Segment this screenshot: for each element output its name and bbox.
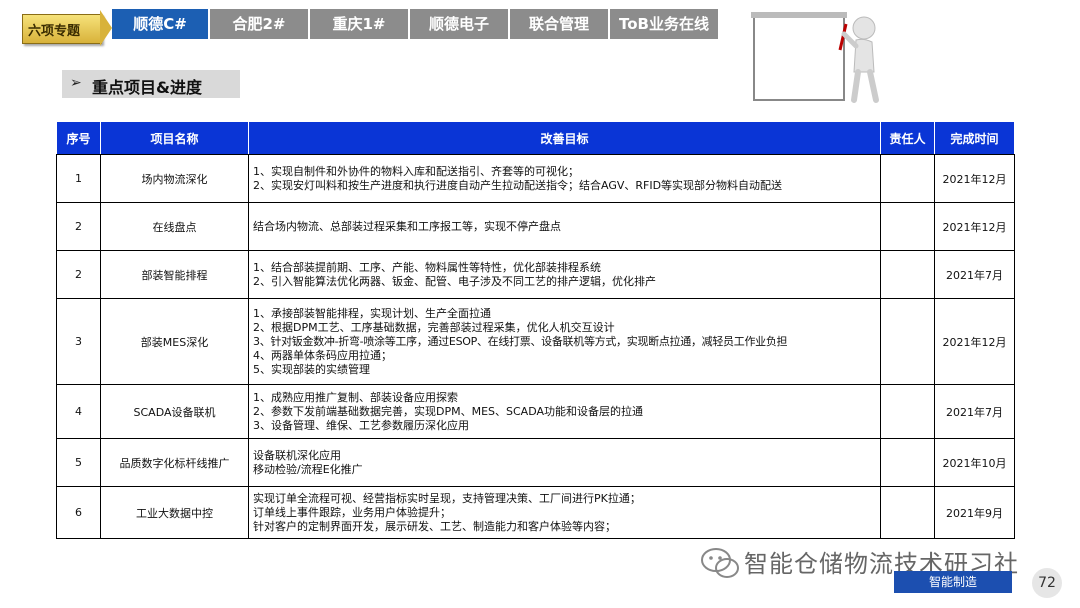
cell-no: 2 <box>56 250 101 299</box>
table-row: 5 品质数字化标杆线推广 设备联机深化应用 移动检验/流程E化推广 2021年1… <box>56 438 1015 487</box>
cell-no: 2 <box>56 202 101 251</box>
page-number: 72 <box>1032 568 1062 598</box>
cell-goal: 实现订单全流程可视、经营指标实时呈现，支持管理决策、工厂间进行PK拉通； 订单线… <box>248 486 881 539</box>
tab-chongqing-1[interactable]: 重庆1# <box>310 9 408 39</box>
cell-no: 6 <box>56 486 101 539</box>
goal-line: 2、参数下发前端基础数据完善，实现DPM、MES、SCADA功能和设备层的拉通 <box>253 404 644 418</box>
header-completion-date: 完成时间 <box>934 121 1015 155</box>
cell-goal: 1、实现自制件和外协件的物料入库和配送指引、齐套等的可视化； 2、实现安灯叫料和… <box>248 154 881 203</box>
table-header-row: 序号 项目名称 改善目标 责任人 完成时间 <box>56 121 1015 155</box>
cell-project-name: 部装智能排程 <box>100 250 249 299</box>
cell-date: 2021年7月 <box>934 250 1015 299</box>
cell-date: 2021年12月 <box>934 298 1015 385</box>
goal-line: 4、两器单体条码应用拉通； <box>253 348 392 362</box>
section-tag-arrow <box>100 10 112 46</box>
tab-hefei-2[interactable]: 合肥2# <box>210 9 308 39</box>
cell-date: 2021年7月 <box>934 384 1015 439</box>
cell-owner <box>880 486 935 539</box>
arrow-bullet-icon: ➢ <box>70 75 82 91</box>
footer-badge: 智能制造 <box>894 571 1012 593</box>
goal-line: 2、引入智能算法优化两器、钣金、配管、电子涉及不同工艺的排产逻辑，优化排产 <box>253 274 656 288</box>
tab-tob-online[interactable]: ToB业务在线 <box>610 9 718 39</box>
cell-date: 2021年10月 <box>934 438 1015 487</box>
goal-line: 2、根据DPM工艺、工序基础数据，完善部装过程采集，优化人机交互设计 <box>253 320 615 334</box>
goal-line: 5、实现部装的实绩管理 <box>253 362 370 376</box>
goal-line: 1、结合部装提前期、工序、产能、物料属性等特性，优化部装排程系统 <box>253 260 601 274</box>
cell-project-name: 在线盘点 <box>100 202 249 251</box>
header-no: 序号 <box>56 121 101 155</box>
goal-line: 设备联机深化应用 <box>253 448 341 462</box>
cell-project-name: 工业大数据中控 <box>100 486 249 539</box>
header-goal: 改善目标 <box>248 121 881 155</box>
cell-no: 5 <box>56 438 101 487</box>
cell-no: 3 <box>56 298 101 385</box>
cell-no: 4 <box>56 384 101 439</box>
cell-goal: 1、成熟应用推广复制、部装设备应用探索 2、参数下发前端基础数据完善，实现DPM… <box>248 384 881 439</box>
goal-line: 移动检验/流程E化推广 <box>253 462 363 476</box>
goal-line: 2、实现安灯叫料和按生产进度和执行进度自动产生拉动配送指令；结合AGV、RFID… <box>253 178 783 192</box>
goal-line: 订单线上事件跟踪，业务用户体验提升； <box>253 505 451 519</box>
cell-project-name: 部装MES深化 <box>100 298 249 385</box>
cell-goal: 结合场内物流、总部装过程采集和工序报工等，实现不停产盘点 <box>248 202 881 251</box>
cell-project-name: 品质数字化标杆线推广 <box>100 438 249 487</box>
cell-goal: 1、结合部装提前期、工序、产能、物料属性等特性，优化部装排程系统 2、引入智能算… <box>248 250 881 299</box>
table-row: 1 场内物流深化 1、实现自制件和外协件的物料入库和配送指引、齐套等的可视化； … <box>56 154 1015 203</box>
cell-owner <box>880 250 935 299</box>
cell-goal: 1、承接部装智能排程，实现计划、生产全面拉通 2、根据DPM工艺、工序基础数据，… <box>248 298 881 385</box>
table-row: 2 在线盘点 结合场内物流、总部装过程采集和工序报工等，实现不停产盘点 2021… <box>56 202 1015 251</box>
cell-goal: 设备联机深化应用 移动检验/流程E化推广 <box>248 438 881 487</box>
section-title: 重点项目&进度 <box>92 78 202 97</box>
section-subheader: ➢ 重点项目&进度 <box>62 70 240 98</box>
cell-owner <box>880 202 935 251</box>
goal-line: 1、实现自制件和外协件的物料入库和配送指引、齐套等的可视化； <box>253 164 579 178</box>
tab-joint-management[interactable]: 联合管理 <box>510 9 608 39</box>
table-row: 6 工业大数据中控 实现订单全流程可视、经营指标实时呈现，支持管理决策、工厂间进… <box>56 486 1015 539</box>
goal-line: 实现订单全流程可视、经营指标实时呈现，支持管理决策、工厂间进行PK拉通； <box>253 491 641 505</box>
cell-owner <box>880 154 935 203</box>
header-owner: 责任人 <box>880 121 935 155</box>
cell-date: 2021年9月 <box>934 486 1015 539</box>
cell-owner <box>880 438 935 487</box>
tab-shunde-c[interactable]: 顺德C# <box>112 9 208 39</box>
wechat-icon <box>701 548 739 578</box>
section-tag: 六项专题 <box>22 10 112 46</box>
header-project-name: 项目名称 <box>100 121 249 155</box>
goal-line: 结合场内物流、总部装过程采集和工序报工等，实现不停产盘点 <box>253 219 561 233</box>
whiteboard-figure-illustration <box>751 12 879 103</box>
cell-date: 2021年12月 <box>934 202 1015 251</box>
cell-project-name: 场内物流深化 <box>100 154 249 203</box>
table-row: 2 部装智能排程 1、结合部装提前期、工序、产能、物料属性等特性，优化部装排程系… <box>56 250 1015 299</box>
goal-line: 1、成熟应用推广复制、部装设备应用探索 <box>253 390 458 404</box>
cell-no: 1 <box>56 154 101 203</box>
key-projects-table: 序号 项目名称 改善目标 责任人 完成时间 1 场内物流深化 1、实现自制件和外… <box>56 121 1015 539</box>
cell-project-name: SCADA设备联机 <box>100 384 249 439</box>
cell-owner <box>880 298 935 385</box>
goal-line: 1、承接部装智能排程，实现计划、生产全面拉通 <box>253 306 491 320</box>
goal-line: 3、设备管理、维保、工艺参数履历深化应用 <box>253 418 469 432</box>
table-row: 4 SCADA设备联机 1、成熟应用推广复制、部装设备应用探索 2、参数下发前端… <box>56 384 1015 439</box>
goal-line: 3、针对钣金数冲-折弯-喷涂等工序，通过ESOP、在线打票、设备联机等方式，实现… <box>253 334 788 348</box>
cell-owner <box>880 384 935 439</box>
cell-date: 2021年12月 <box>934 154 1015 203</box>
goal-line: 针对客户的定制界面开发，展示研发、工艺、制造能力和客户体验等内容； <box>253 519 616 533</box>
tab-shunde-electronics[interactable]: 顺德电子 <box>410 9 508 39</box>
table-row: 3 部装MES深化 1、承接部装智能排程，实现计划、生产全面拉通 2、根据DPM… <box>56 298 1015 385</box>
section-tag-label: 六项专题 <box>28 24 81 39</box>
